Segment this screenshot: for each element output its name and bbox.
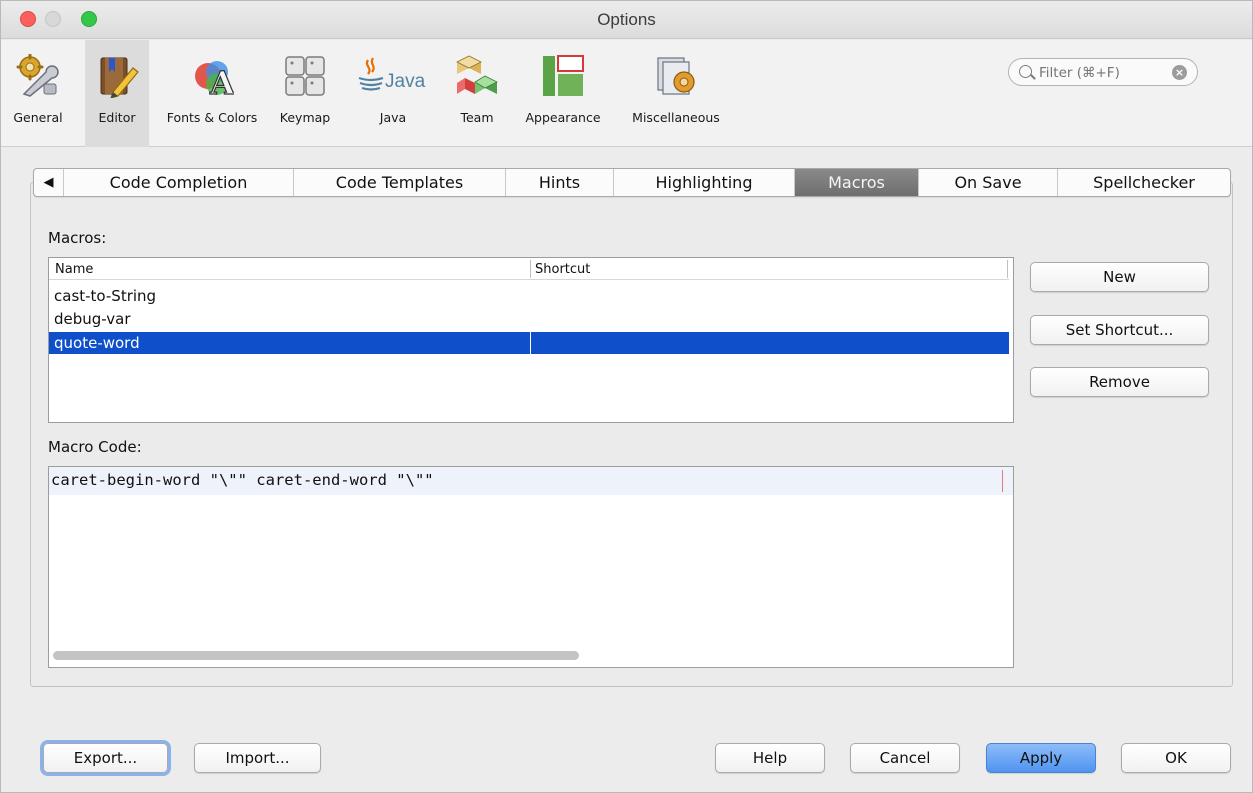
export-button[interactable]: Export... [43,743,168,773]
set-shortcut-button[interactable]: Set Shortcut... [1030,315,1209,345]
window-title: Options [597,10,656,29]
column-header-shortcut[interactable]: Shortcut [535,262,590,277]
table-header: Name Shortcut [49,258,1009,280]
tab-on-save[interactable]: On Save [919,169,1058,196]
tab-highlighting[interactable]: Highlighting [614,169,795,196]
tab-scroll-left[interactable]: ◀ [34,169,64,196]
import-button[interactable]: Import... [194,743,321,773]
options-window: Options General Editor A Fonts & Colors … [0,0,1253,793]
toolbar-item-miscellaneous[interactable]: Miscellaneous [621,40,731,147]
cancel-button[interactable]: Cancel [850,743,960,773]
help-button[interactable]: Help [715,743,825,773]
tab-spellchecker[interactable]: Spellchecker [1058,169,1230,196]
toolbar-label: Miscellaneous [632,110,720,125]
column-divider [530,260,531,278]
toolbar-item-team[interactable]: Team [451,40,503,147]
toolbar-label: Editor [98,110,136,125]
clear-filter-icon[interactable]: × [1172,65,1187,80]
table-row-selected[interactable]: quote-word [49,332,1009,354]
title-bar: Options [1,1,1252,39]
keyboard-icon [281,52,329,100]
search-icon [1019,65,1032,78]
macro-code-text[interactable]: caret-begin-word "\"" caret-end-word "\"… [51,471,434,489]
toolbar-item-general[interactable]: General [13,40,63,147]
svg-text:Java: Java [385,71,426,92]
table-row[interactable]: debug-var [49,308,1009,330]
team-cubes-icon [453,52,501,100]
macro-name: cast-to-String [54,287,157,305]
right-margin-line [1002,470,1003,492]
column-header-name[interactable]: Name [55,262,93,277]
toolbar-label: Java [379,110,407,125]
macros-table[interactable]: Name Shortcut cast-to-String debug-var q… [48,257,1014,423]
appearance-icon [539,52,587,100]
toolbar-label: Keymap [279,110,331,125]
toolbar-item-fonts-colors[interactable]: A Fonts & Colors [157,40,267,147]
ok-button[interactable]: OK [1121,743,1231,773]
column-divider [530,332,531,354]
category-toolbar: General Editor A Fonts & Colors Keymap J… [1,40,1252,147]
macro-name: debug-var [54,310,131,328]
toolbar-label: General [13,110,63,125]
toolbar-item-keymap[interactable]: Keymap [271,40,339,147]
new-macro-button[interactable]: New [1030,262,1209,292]
horizontal-scrollbar[interactable] [53,651,579,660]
macros-label: Macros: [48,229,107,247]
macro-name: quote-word [54,334,140,352]
column-divider [1007,260,1008,278]
svg-text:A: A [209,64,234,98]
gear-wrench-icon [14,52,62,100]
tab-macros[interactable]: Macros [795,169,919,196]
tab-hints[interactable]: Hints [506,169,614,196]
fonts-colors-icon: A [188,52,236,100]
macro-code-label: Macro Code: [48,438,142,456]
toolbar-item-java[interactable]: Java Java [353,40,433,147]
toolbar-label: Team [460,110,494,125]
java-icon: Java [353,52,433,100]
apply-button[interactable]: Apply [986,743,1096,773]
filter-input[interactable] [1039,63,1159,82]
tab-code-templates[interactable]: Code Templates [294,169,506,196]
remove-macro-button[interactable]: Remove [1030,367,1209,397]
book-pencil-icon [93,52,141,100]
filter-search-field[interactable]: × [1008,58,1198,86]
toolbar-item-appearance[interactable]: Appearance [517,40,609,147]
tab-code-completion[interactable]: Code Completion [64,169,294,196]
macro-code-editor[interactable]: caret-begin-word "\"" caret-end-word "\"… [48,466,1014,668]
table-row[interactable]: cast-to-String [49,285,1009,307]
toolbar-label: Fonts & Colors [166,110,258,125]
editor-tabs: ◀ Code Completion Code Templates Hints H… [33,168,1231,197]
miscellaneous-icon [652,52,700,100]
toolbar-label: Appearance [525,110,601,125]
toolbar-item-editor[interactable]: Editor [85,40,149,147]
